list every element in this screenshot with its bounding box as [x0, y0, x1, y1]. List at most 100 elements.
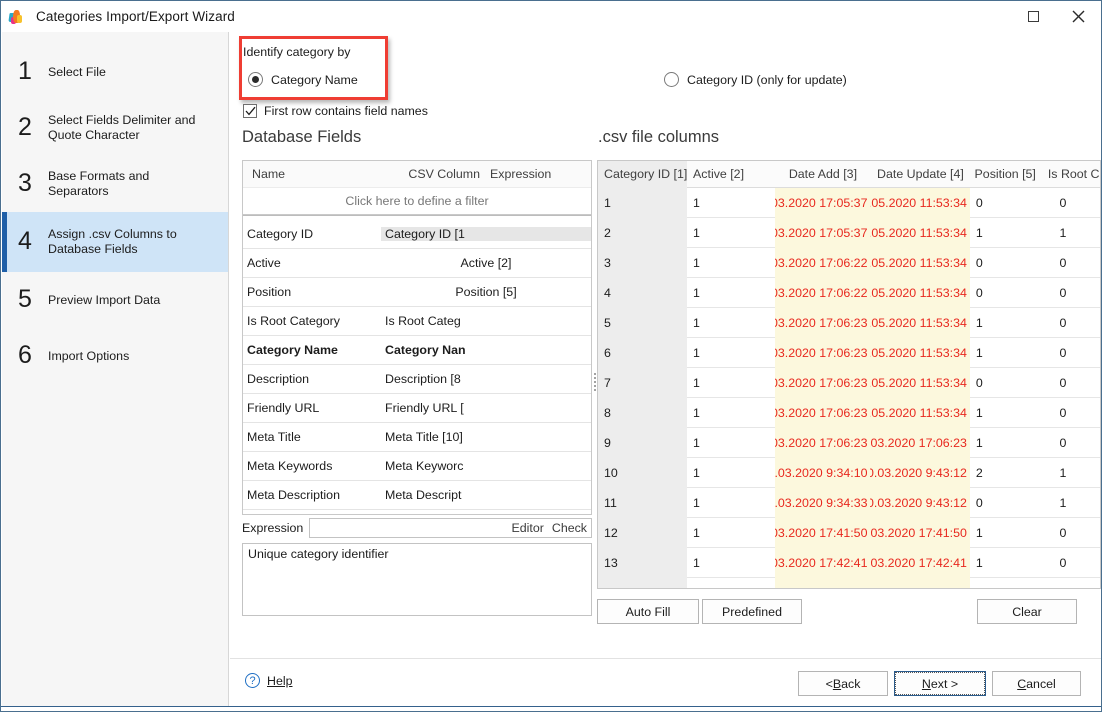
next-button[interactable]: Next > [894, 671, 986, 696]
table-row[interactable]: Friendly URL Friendly URL [ [243, 394, 591, 423]
step-number: 5 [2, 287, 48, 314]
table-row[interactable]: 8105.03.2020 17:06:2304.05.2020 11:53:34… [598, 398, 1100, 428]
column-header-csv-column[interactable]: CSV Column [379, 167, 480, 181]
table-row[interactable]: 13110.03.2020 17:42:4110.03.2020 17:42:4… [598, 548, 1100, 578]
column-header-name[interactable]: Name [243, 167, 379, 181]
field-name: Is Root Category [243, 314, 381, 328]
table-row[interactable]: Position Position [5] [243, 278, 591, 307]
database-fields-grid[interactable]: Name CSV Column Expression Click here to… [242, 160, 592, 515]
checkbox-label: First row contains field names [264, 104, 428, 118]
expression-input[interactable]: Editor Check [309, 518, 592, 538]
sidebar-step-label: Select Fields Delimiter and Quote Charac… [48, 113, 214, 143]
cell-position: 1 [970, 406, 1042, 420]
cell-position: 1 [970, 226, 1042, 240]
table-row[interactable]: Active Active [2] [243, 249, 591, 278]
cell-date-update: 04.05.2020 11:53:34 [870, 248, 969, 278]
cell-active: 1 [687, 196, 775, 210]
close-icon[interactable] [1056, 1, 1101, 32]
column-header-active[interactable]: Active [2] [687, 167, 775, 181]
cell-category-id: 8 [598, 398, 687, 428]
window-controls [1011, 1, 1101, 32]
cell-date-add: 05.03.2020 17:06:23 [775, 308, 871, 338]
expression-row: Expression Editor Check [242, 518, 592, 538]
table-row[interactable]: 3105.03.2020 17:06:2204.05.2020 11:53:34… [598, 248, 1100, 278]
csv-file-columns-grid[interactable]: Category ID [1] Active [2] Date Add [3] … [597, 160, 1101, 589]
cancel-button[interactable]: Cancel [992, 671, 1081, 696]
cell-position: 1 [970, 316, 1042, 330]
database-fields-title: Database Fields [242, 128, 361, 147]
question-mark-icon: ? [245, 673, 260, 688]
cell-category-id: 6 [598, 338, 687, 368]
step-number: 1 [2, 59, 48, 86]
radio-category-name[interactable]: Category Name [248, 72, 358, 87]
field-csv-column: Meta Descript [381, 488, 591, 502]
cell-category-id: 12 [598, 518, 687, 548]
table-row[interactable]: 1105.03.2020 17:05:3704.05.2020 11:53:34… [598, 188, 1100, 218]
radio-category-id[interactable]: Category ID (only for update) [664, 72, 847, 87]
maximize-icon[interactable] [1011, 1, 1056, 32]
butterfly-app-icon [9, 8, 27, 26]
back-button[interactable]: < Back [798, 671, 888, 696]
table-row[interactable]: 2105.03.2020 17:05:3704.05.2020 11:53:34… [598, 218, 1100, 248]
filter-row[interactable]: Click here to define a filter [243, 188, 591, 215]
field-csv-column: Description [8 [381, 372, 591, 386]
field-csv-column: Active [2] [381, 256, 591, 270]
cell-active: 1 [687, 376, 775, 390]
cell-date-add: 05.03.2020 17:06:23 [775, 398, 871, 428]
help-link[interactable]: ? Help [245, 673, 292, 688]
sidebar-step-label: Select File [48, 65, 112, 80]
cell-category-id: 4 [598, 278, 687, 308]
cell-date-update: 05.03.2020 17:06:23 [870, 428, 969, 458]
column-header-date-add[interactable]: Date Add [3] [775, 160, 871, 189]
table-row[interactable]: Is Root Category Is Root Categ [243, 307, 591, 336]
table-row[interactable]: 11110.03.2020 9:34:3310.03.2020 9:43:120… [598, 488, 1100, 518]
cell-is-root: 1 [1042, 466, 1101, 480]
table-row[interactable]: 10110.03.2020 9:34:1010.03.2020 9:43:122… [598, 458, 1100, 488]
editor-link[interactable]: Editor [512, 521, 544, 535]
table-row[interactable]: 6105.03.2020 17:06:2304.05.2020 11:53:34… [598, 338, 1100, 368]
column-header-expression[interactable]: Expression [480, 167, 591, 181]
field-name: Active [243, 256, 381, 270]
table-row[interactable]: Meta Keywords Meta Keyworc [243, 452, 591, 481]
table-row[interactable]: 4105.03.2020 17:06:2204.05.2020 11:53:34… [598, 278, 1100, 308]
table-row[interactable]: Meta Description Meta Descript [243, 481, 591, 510]
column-header-is-root[interactable]: Is Root Ca [1042, 167, 1100, 181]
cell-date-update: 04.05.2020 11:53:34 [870, 368, 969, 398]
cell-category-id: 10 [598, 458, 687, 488]
cell-is-root: 0 [1042, 526, 1101, 540]
window-bottom-edge [1, 706, 1101, 711]
field-name: Meta Keywords [243, 459, 381, 473]
cell-active: 1 [687, 256, 775, 270]
table-row[interactable]: 16110.03.2020 18:13:0410.03.2020 18:13:1… [598, 578, 1100, 589]
wizard-steps-sidebar: 1 Select File 2 Select Fields Delimiter … [2, 32, 229, 712]
column-header-position[interactable]: Position [5] [970, 167, 1042, 181]
table-row[interactable]: Category Name Category Nan [243, 336, 591, 365]
table-row[interactable]: Description Description [8 [243, 365, 591, 394]
cell-is-root: 0 [1042, 376, 1101, 390]
table-row[interactable]: Meta Title Meta Title [10] [243, 423, 591, 452]
check-link[interactable]: Check [552, 521, 587, 535]
checkbox-first-row-field-names[interactable]: First row contains field names [243, 104, 428, 118]
table-row[interactable]: Category ID Category ID [1 [243, 220, 591, 249]
auto-fill-button[interactable]: Auto Fill [597, 599, 699, 624]
clear-button[interactable]: Clear [977, 599, 1077, 624]
column-header-date-update[interactable]: Date Update [4] [871, 160, 970, 189]
cell-date-update: 10.03.2020 17:42:41 [870, 548, 969, 578]
sidebar-step-4[interactable]: 4 Assign .csv Columns to Database Fields [2, 212, 228, 272]
table-row[interactable]: 5105.03.2020 17:06:2304.05.2020 11:53:34… [598, 308, 1100, 338]
table-row[interactable]: 12110.03.2020 17:41:5010.03.2020 17:41:5… [598, 518, 1100, 548]
column-header-category-id[interactable]: Category ID [1] [598, 161, 687, 188]
sidebar-step-2[interactable]: 2 Select Fields Delimiter and Quote Char… [2, 100, 228, 156]
predefined-button[interactable]: Predefined [702, 599, 802, 624]
sidebar-step-1[interactable]: 1 Select File [2, 44, 228, 100]
cell-date-add: 05.03.2020 17:06:23 [775, 428, 871, 458]
sidebar-step-5[interactable]: 5 Preview Import Data [2, 272, 228, 328]
table-row[interactable]: 7105.03.2020 17:06:2304.05.2020 11:53:34… [598, 368, 1100, 398]
sidebar-step-3[interactable]: 3 Base Formats and Separators [2, 156, 228, 212]
window-title: Categories Import/Export Wizard [36, 9, 235, 24]
cell-position: 1 [970, 556, 1042, 570]
table-row[interactable]: 9105.03.2020 17:06:2305.03.2020 17:06:23… [598, 428, 1100, 458]
cell-active: 1 [687, 466, 775, 480]
cell-date-update: 04.05.2020 11:53:34 [870, 218, 969, 248]
sidebar-step-6[interactable]: 6 Import Options [2, 328, 228, 384]
